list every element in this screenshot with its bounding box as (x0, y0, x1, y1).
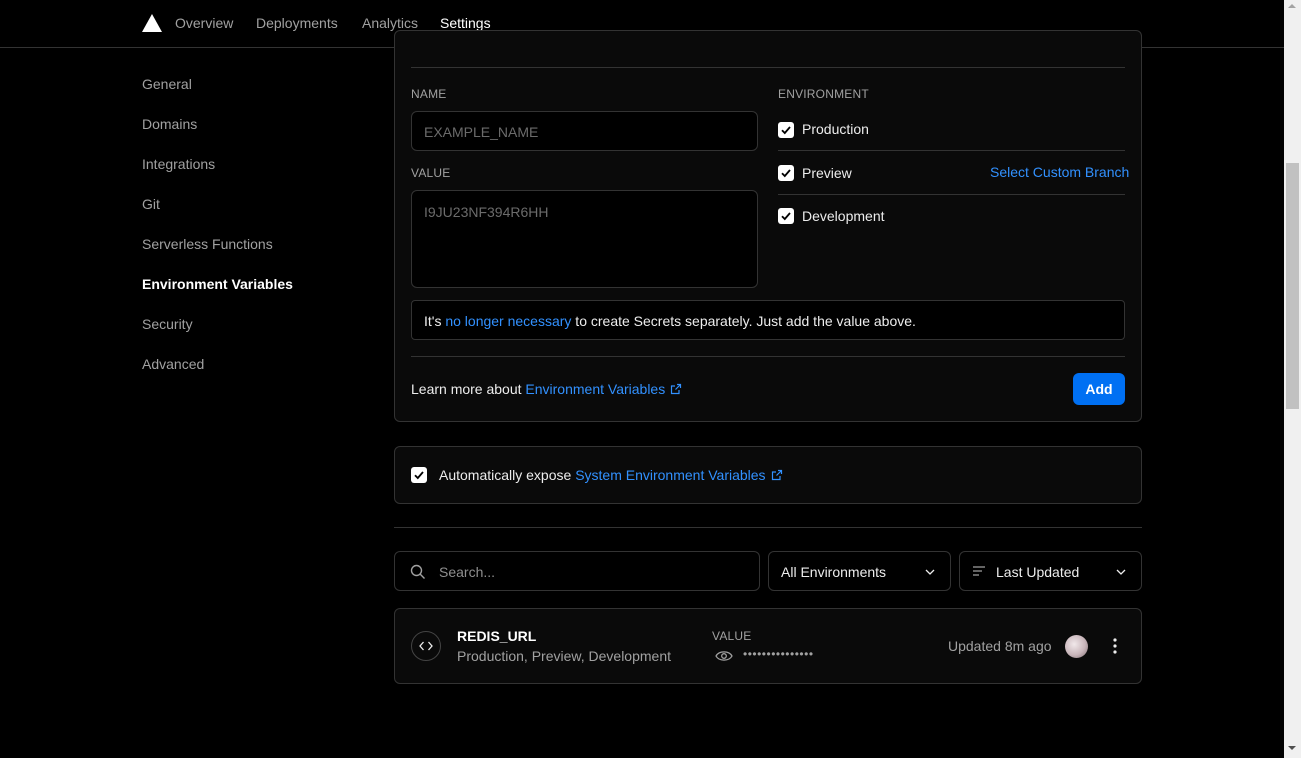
sidebar-item-security[interactable]: Security (142, 316, 193, 332)
sidebar-item-advanced[interactable]: Advanced (142, 356, 204, 372)
preview-label: Preview (802, 165, 852, 181)
no-longer-necessary-link[interactable]: no longer necessary (445, 313, 571, 329)
sidebar-item-git[interactable]: Git (142, 196, 160, 212)
name-input[interactable]: EXAMPLE_NAME (411, 111, 758, 151)
system-environment-variables-link[interactable]: System Environment Variables (575, 467, 765, 483)
environment-filter-value: All Environments (781, 564, 887, 580)
environment-filter-select[interactable]: All Environments (768, 551, 951, 591)
production-label: Production (802, 121, 869, 137)
masked-value: ••••••••••••••• (743, 647, 814, 661)
check-icon (781, 169, 791, 178)
avatar[interactable] (1065, 635, 1088, 658)
preview-checkbox[interactable] (778, 165, 794, 181)
code-icon (411, 631, 441, 661)
tab-overview[interactable]: Overview (175, 0, 233, 48)
sidebar-item-environment-variables[interactable]: Environment Variables (142, 276, 293, 292)
search-placeholder: Search... (439, 564, 496, 580)
divider (778, 150, 1125, 151)
notice-text: It's no longer necessary to create Secre… (424, 313, 916, 329)
variable-environments: Production, Preview, Development (457, 648, 671, 664)
external-link-icon (671, 383, 682, 395)
learn-more-text: Learn more about Environment Variables (411, 381, 682, 397)
variable-value-label: VALUE (712, 629, 752, 643)
section-divider (394, 527, 1142, 528)
environment-label: ENVIRONMENT (778, 87, 869, 101)
scroll-up-arrow-icon[interactable] (1288, 4, 1296, 8)
sidebar-item-general[interactable]: General (142, 76, 192, 92)
divider (778, 194, 1125, 195)
name-placeholder: EXAMPLE_NAME (424, 124, 539, 140)
value-textarea[interactable]: I9JU23NF394R6HH (411, 190, 758, 288)
check-icon (781, 126, 791, 135)
auto-expose-checkbox[interactable] (411, 467, 427, 483)
more-options-icon[interactable] (1108, 637, 1122, 655)
external-link-icon (771, 469, 782, 481)
tab-deployments[interactable]: Deployments (256, 0, 338, 48)
sidebar-item-integrations[interactable]: Integrations (142, 156, 215, 172)
eye-icon[interactable] (715, 649, 733, 663)
search-icon (410, 564, 425, 579)
select-custom-branch-link[interactable]: Select Custom Branch (990, 164, 1129, 180)
secrets-notice: It's no longer necessary to create Secre… (411, 300, 1125, 340)
scroll-down-arrow-icon[interactable] (1288, 746, 1296, 750)
chevron-down-icon (1116, 569, 1126, 575)
search-input[interactable]: Search... (394, 551, 760, 591)
divider (411, 356, 1125, 357)
auto-expose-text: Automatically expose System Environment … (439, 467, 783, 483)
sort-value: Last Updated (996, 564, 1080, 580)
development-label: Development (802, 208, 885, 224)
sidebar-item-domains[interactable]: Domains (142, 116, 197, 132)
check-icon (414, 471, 424, 480)
environment-variables-docs-link[interactable]: Environment Variables (525, 381, 665, 397)
updated-time: Updated 8m ago (948, 638, 1052, 654)
divider (411, 67, 1125, 68)
development-checkbox[interactable] (778, 208, 794, 224)
value-label: VALUE (411, 166, 451, 180)
name-label: NAME (411, 87, 447, 101)
value-placeholder: I9JU23NF394R6HH (424, 204, 549, 220)
sidebar-item-serverless-functions[interactable]: Serverless Functions (142, 236, 273, 252)
sort-select[interactable]: Last Updated (959, 551, 1142, 591)
check-icon (781, 212, 791, 221)
sort-lines-icon (973, 566, 985, 576)
scrollbar-thumb[interactable] (1286, 163, 1299, 409)
production-checkbox[interactable] (778, 122, 794, 138)
chevron-down-icon (925, 569, 935, 575)
variable-name: REDIS_URL (457, 628, 537, 644)
triangle-logo-icon[interactable] (142, 14, 162, 32)
add-button[interactable]: Add (1073, 373, 1125, 405)
